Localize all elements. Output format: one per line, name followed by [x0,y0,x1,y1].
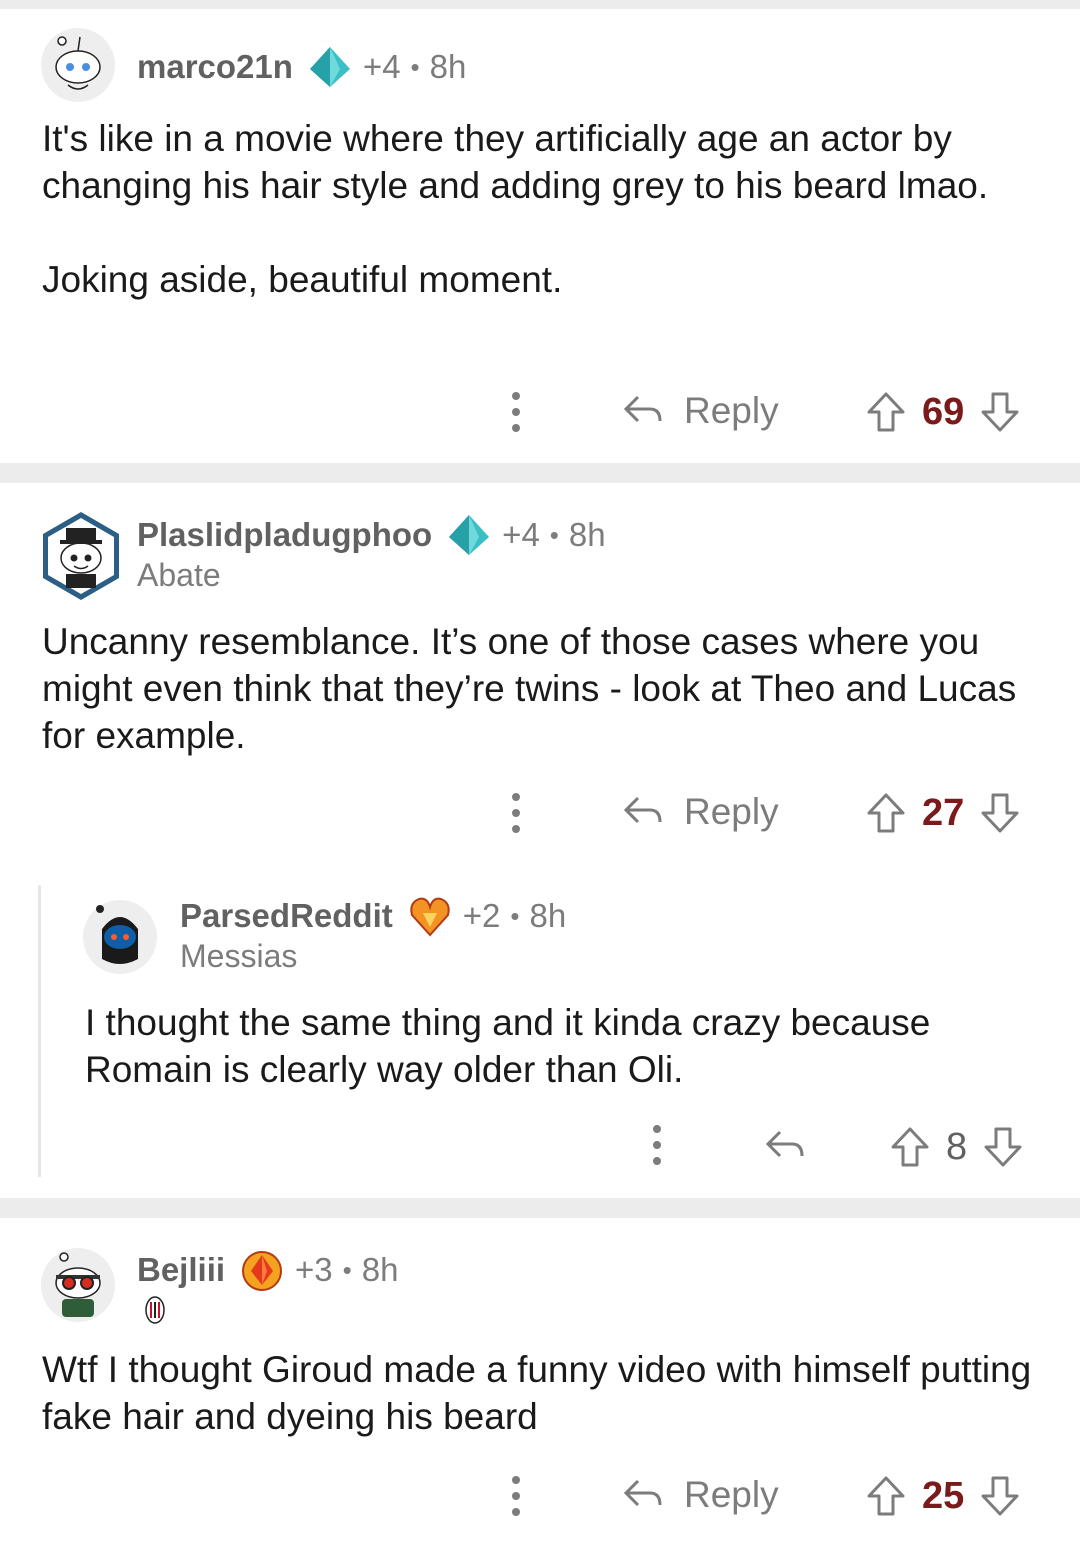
award-count: +3 [295,1251,333,1288]
dot-separator: • [510,900,520,931]
upvote-icon[interactable] [890,1126,930,1168]
avatar[interactable] [40,27,116,103]
snoo-avatar-icon [83,900,157,974]
vote-controls: 69 [866,389,1020,435]
comment-meta: marco21n +4 • 8h [137,44,466,90]
comment-bejliii: Bejliii +3 • 8h Wtf I thought Giroud mad… [0,1218,1080,1547]
comment-body: Uncanny resemblance. It’s one of those c… [42,621,1017,756]
comment-meta: ParsedReddit +2 • 8h [180,893,566,939]
user-flair: Abate [137,557,221,593]
reply-button[interactable] [764,1123,826,1169]
reply-label: Reply [684,1474,779,1515]
upvote-icon[interactable] [866,391,906,433]
reply-button[interactable]: Reply [622,789,779,835]
downvote-icon[interactable] [983,1126,1023,1168]
award-count: +4 [502,516,540,553]
reply-icon [623,395,662,423]
username[interactable]: marco21n [137,48,293,86]
comment-body: Wtf I thought Giroud made a funny video … [42,1349,1032,1437]
comment-marco21n: marco21n +4 • 8h It's like in a movie wh… [0,0,1080,463]
comment-body: It's like in a movie where they artifici… [42,118,989,300]
vote-controls: 25 [866,1473,1020,1519]
comment-divider [0,1198,1080,1218]
downvote-icon[interactable] [980,1475,1020,1517]
comment-body: I thought the same thing and it kinda cr… [85,1002,931,1090]
diamond-award-icon[interactable] [446,512,492,558]
downvote-icon[interactable] [980,391,1020,433]
more-options-icon[interactable] [506,791,526,835]
reply-label: Reply [684,390,779,431]
ac-milan-crest-icon [145,1296,165,1324]
comment-meta: Plaslidpladugphoo +4 • 8h [137,512,606,558]
avatar[interactable] [82,899,158,975]
more-options-icon[interactable] [647,1123,667,1167]
upvote-icon[interactable] [866,1475,906,1517]
fire-heart-award-icon[interactable] [407,893,453,939]
vote-controls: 27 [866,790,1020,836]
vote-score: 25 [922,1474,965,1517]
username[interactable]: Plaslidpladugphoo [137,516,432,554]
vote-score: 8 [946,1125,968,1168]
comment-meta: Bejliii +3 • 8h [137,1247,398,1293]
avatar[interactable] [40,1247,116,1323]
snoo-avatar-icon [41,1248,115,1322]
reply-label: Reply [684,791,779,832]
award-count: +4 [362,48,401,85]
reply-button[interactable]: Reply [622,388,779,434]
dot-separator: • [549,519,559,550]
fire-gem-award-icon[interactable] [239,1247,285,1293]
comment-time: 8h [529,897,567,934]
dot-separator: • [410,51,420,82]
upvote-icon[interactable] [866,792,906,834]
reply-icon [623,796,662,824]
vote-score: 69 [922,390,965,433]
more-options-icon[interactable] [506,390,526,434]
snoo-avatar-icon [43,512,119,600]
comment-plaslidpladugphoo: Plaslidpladugphoo +4 • 8h Abate Uncanny … [0,483,1080,1198]
downvote-icon[interactable] [980,792,1020,834]
snoo-avatar-icon [41,28,115,102]
reply-button[interactable]: Reply [622,1472,779,1518]
award-count: +2 [462,897,501,934]
vote-controls: 8 [890,1124,1023,1170]
thread-line[interactable] [38,885,41,1177]
user-flair: Messias [180,938,298,974]
reply-icon [623,1479,662,1507]
comment-divider [0,463,1080,483]
avatar[interactable] [40,510,122,602]
username[interactable]: Bejliii [137,1251,225,1289]
comment-time: 8h [429,48,467,85]
dot-separator: • [342,1254,352,1285]
comment-time: 8h [568,516,606,553]
more-options-icon[interactable] [506,1474,526,1518]
vote-score: 27 [922,791,965,834]
reply-icon [765,1130,804,1158]
diamond-award-icon[interactable] [307,44,353,90]
username[interactable]: ParsedReddit [180,897,393,935]
comment-time: 8h [361,1251,399,1288]
